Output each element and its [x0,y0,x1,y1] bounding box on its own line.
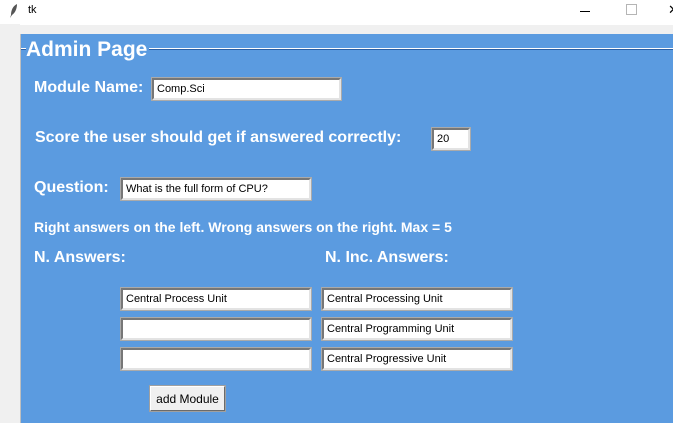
incorrect-answer-field-3[interactable]: Central Progressive Unit [321,347,513,371]
module-name-field[interactable]: Comp.Sci [151,77,342,101]
correct-answer-field-3[interactable] [120,347,312,371]
question-label: Question: [34,179,109,196]
correct-answers-label: N. Answers: [34,249,126,266]
incorrect-answers-label: N. Inc. Answers: [325,249,449,266]
incorrect-answer-field-2[interactable]: Central Programming Unit [321,317,513,341]
instructions-text: Right answers on the left. Wrong answers… [34,219,452,235]
correct-answer-field-1[interactable]: Central Process Unit [120,287,312,311]
question-field[interactable]: What is the full form of CPU? [120,177,312,201]
module-name-label: Module Name: [34,79,144,96]
correct-answer-field-2[interactable] [120,317,312,341]
window-title: tk [28,4,37,16]
close-icon[interactable]: ✕ [668,2,673,20]
incorrect-answer-field-1[interactable]: Central Processing Unit [321,287,513,311]
frame-title: Admin Page [26,38,150,62]
window-left-margin [0,24,20,423]
title-bar: tk ✕ [0,0,673,25]
add-module-button[interactable]: add Module [149,385,226,412]
score-field[interactable]: 20 [431,127,471,151]
maximize-icon[interactable] [626,4,637,15]
feather-icon [10,4,17,18]
score-label: Score the user should get if answered co… [35,129,402,146]
minimize-icon[interactable] [580,11,590,12]
